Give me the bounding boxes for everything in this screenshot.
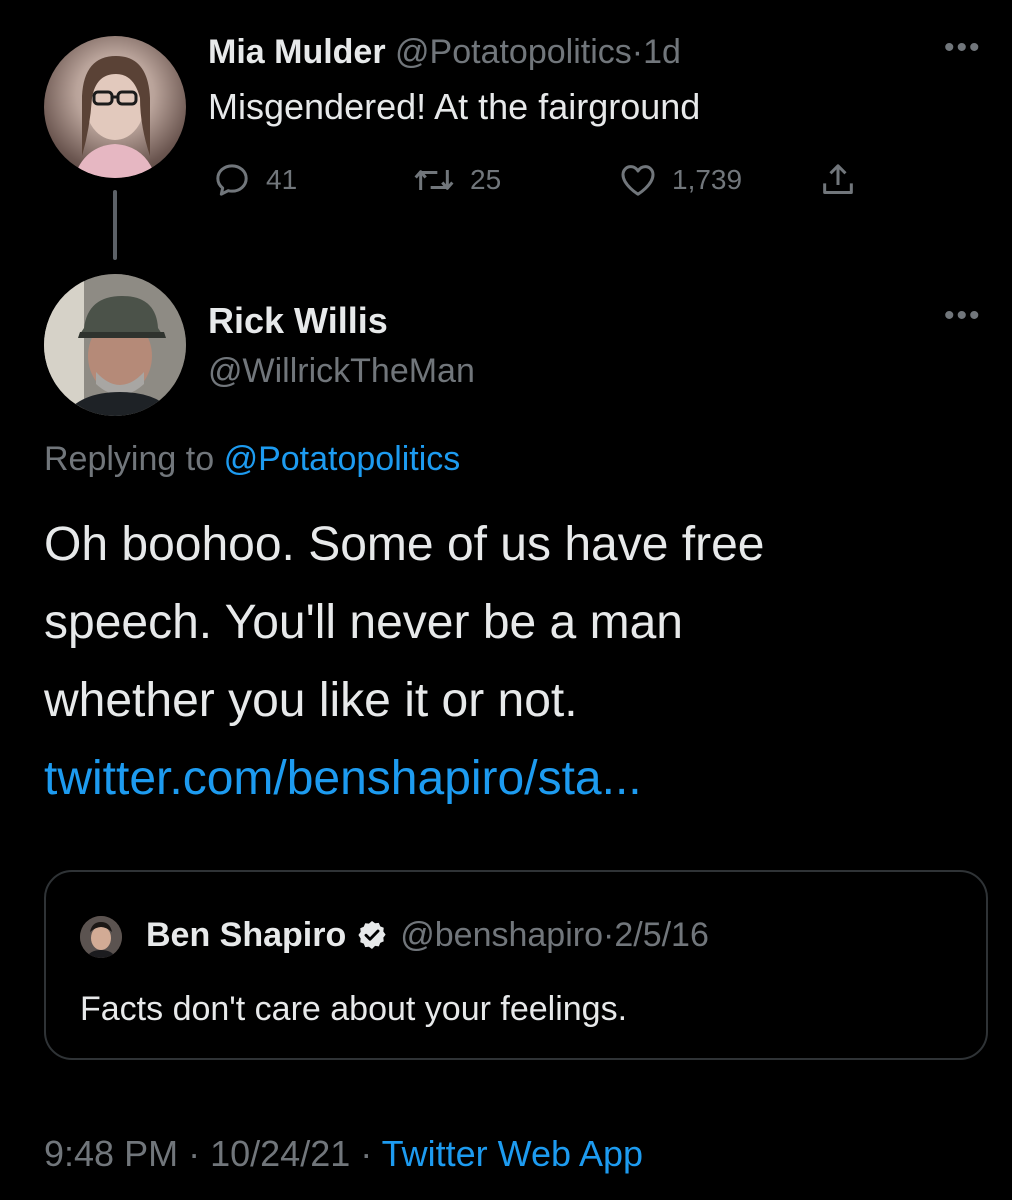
parent-time[interactable]: 1d xyxy=(643,33,681,71)
footer-source-link[interactable]: Twitter Web App xyxy=(382,1133,643,1174)
reply-button[interactable]: 41 xyxy=(212,158,297,202)
quoted-tweet-text: Facts don't care about your feelings. xyxy=(80,990,628,1028)
reply-handle[interactable]: @WillrickTheMan xyxy=(208,348,475,394)
tweet-metadata-footer: 9:48 PM · 10/24/21 · Twitter Web App xyxy=(44,1130,643,1178)
quoted-separator: · xyxy=(603,916,615,954)
avatar-image xyxy=(44,274,186,416)
thread-connector-line xyxy=(113,190,117,260)
reply-tweet-body: Oh boohoo. Some of us have free speech. … xyxy=(44,506,974,818)
parent-tweet-text: Misgendered! At the fairground xyxy=(208,86,701,127)
reply-text-line: speech. You'll never be a man xyxy=(44,596,683,649)
reply-more-options-button[interactable]: ••• xyxy=(944,301,982,331)
avatar-ben-shapiro xyxy=(80,916,122,958)
avatar-image xyxy=(74,56,156,178)
parent-handle[interactable]: @Potatopolitics xyxy=(395,33,632,71)
quoted-tweet-header: Ben Shapiro @benshapiro · 2/5/16 xyxy=(146,912,709,958)
avatar-image xyxy=(80,916,122,958)
replying-to-label: Replying to xyxy=(44,440,215,478)
reply-display-name[interactable]: Rick Willis xyxy=(208,298,388,344)
footer-date[interactable]: 10/24/21 xyxy=(210,1133,350,1174)
parent-display-name[interactable]: Mia Mulder xyxy=(208,33,386,71)
like-button[interactable]: 1,739 xyxy=(618,158,742,202)
footer-separator: · xyxy=(360,1133,373,1174)
share-button[interactable] xyxy=(818,158,858,202)
replying-to-line: Replying to @Potatopolitics xyxy=(44,436,460,482)
parent-tweet-header: Mia Mulder @Potatopolitics·1d xyxy=(208,30,681,74)
reply-text-line: Oh boohoo. Some of us have free xyxy=(44,518,765,571)
parent-separator: · xyxy=(631,33,644,71)
avatar-mia-mulder[interactable] xyxy=(44,36,186,178)
tweet-link[interactable]: twitter.com/benshapiro/sta... xyxy=(44,740,974,818)
reply-count: 41 xyxy=(266,164,298,195)
quoted-date: 2/5/16 xyxy=(614,916,709,954)
reply-text-line: whether you like it or not. xyxy=(44,674,578,727)
replying-to-handle-link[interactable]: @Potatopolitics xyxy=(224,440,461,478)
quoted-display-name[interactable]: Ben Shapiro xyxy=(146,912,346,958)
reply-icon xyxy=(216,164,248,196)
parent-more-options-button[interactable]: ••• xyxy=(944,33,982,63)
like-count: 1,739 xyxy=(672,164,743,195)
share-icon xyxy=(823,164,853,194)
retweet-icon xyxy=(414,170,454,190)
verified-badge-icon xyxy=(358,921,386,949)
footer-separator: · xyxy=(188,1133,201,1174)
retweet-count: 25 xyxy=(470,164,502,195)
quoted-handle: @benshapiro xyxy=(400,916,604,954)
heart-icon xyxy=(621,165,655,196)
retweet-button[interactable]: 25 xyxy=(412,158,501,202)
footer-time[interactable]: 9:48 PM xyxy=(44,1133,178,1174)
avatar-rick-willis[interactable] xyxy=(44,274,186,416)
